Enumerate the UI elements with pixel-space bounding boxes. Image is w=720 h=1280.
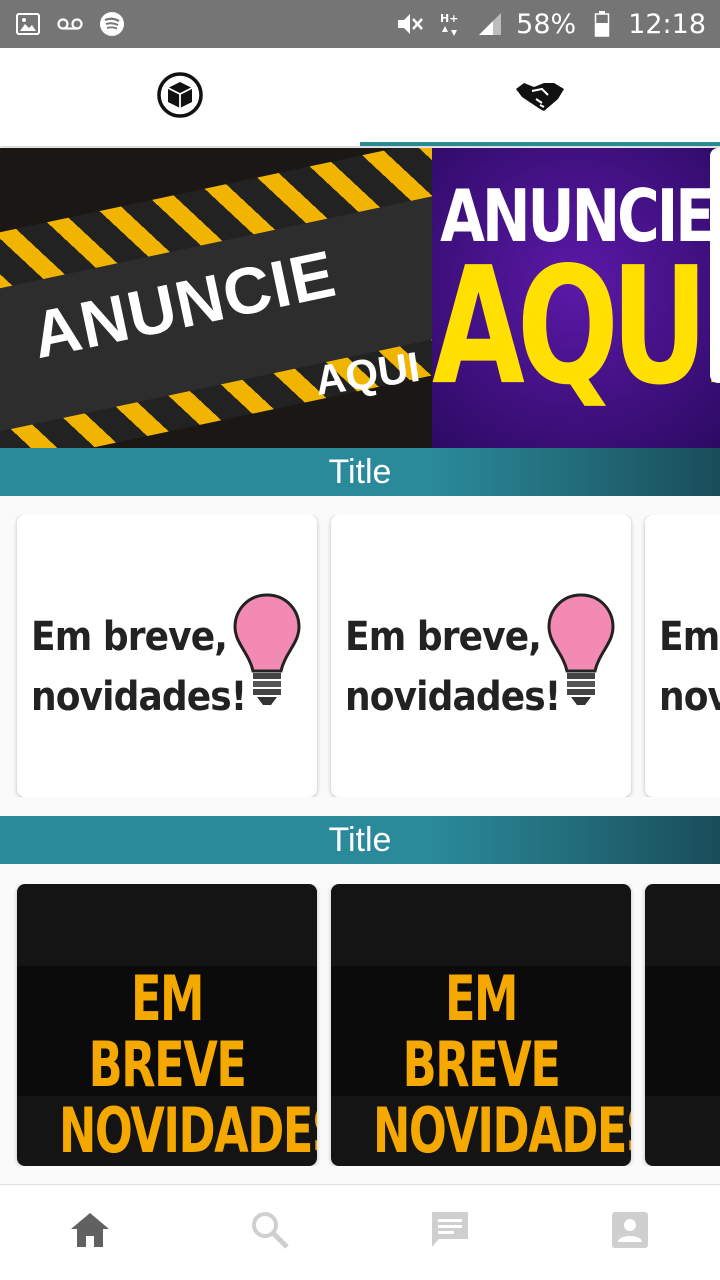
tab-products[interactable] (0, 48, 360, 146)
tab-partners[interactable] (360, 48, 720, 146)
handshake-icon (514, 75, 566, 120)
bottom-navigation (0, 1184, 720, 1280)
card-text: Em breve, novidades! (345, 614, 561, 720)
card-text: EM BREVE NOVIDADES (58, 962, 317, 1166)
battery-icon (588, 10, 616, 38)
banner-slide-2[interactable]: ANUNCIE AQUI (432, 148, 720, 448)
section-title: Title (0, 816, 720, 864)
coming-soon-card[interactable]: EM BREVE NOVIDADES (17, 884, 317, 1166)
card-band (645, 966, 720, 1096)
card-carousel[interactable]: EM BREVENOVIDADES EM BREVENOVIDADES EN (0, 884, 720, 1166)
nav-profile[interactable] (540, 1185, 720, 1280)
data-hplus-icon: H+ (436, 10, 464, 38)
next-slide-peek (710, 148, 720, 383)
search-icon (250, 1210, 290, 1255)
package-icon (155, 70, 205, 125)
image-icon (14, 10, 42, 38)
banner-slide-2-subtitle: AQUI (432, 233, 720, 422)
nav-search[interactable] (180, 1185, 360, 1280)
coming-soon-card[interactable]: EN (645, 884, 720, 1166)
coming-soon-card[interactable]: Em breve, novidades! (17, 515, 317, 797)
svg-text:H+: H+ (440, 12, 458, 25)
chat-icon (429, 1209, 471, 1256)
lightbulb-icon (231, 591, 303, 716)
coming-soon-card[interactable]: EM BREVE NOVIDADES (331, 884, 631, 1166)
nav-home[interactable] (0, 1185, 180, 1280)
clock: 12:18 (628, 8, 706, 40)
battery-percent: 58% (516, 8, 577, 40)
nav-messages[interactable] (360, 1185, 540, 1280)
home-icon (69, 1211, 111, 1254)
signal-icon (476, 10, 504, 38)
card-text: Emnov (659, 614, 720, 720)
coming-soon-card[interactable]: Emnov (645, 515, 720, 797)
section-title: Title (0, 448, 720, 496)
profile-icon (611, 1211, 649, 1254)
banner-slide-1[interactable]: ANUNCIE AQUI (0, 148, 432, 448)
card-text: Em breve, novidades! (31, 614, 247, 720)
voicemail-icon (56, 10, 84, 38)
coming-soon-card[interactable]: Em breve, novidades! (331, 515, 631, 797)
ad-banner-carousel[interactable]: ANUNCIE AQUI ANUNCIE AQUI (0, 148, 720, 448)
mute-icon (396, 10, 424, 38)
lightbulb-icon (545, 591, 617, 716)
spotify-icon (98, 10, 126, 38)
card-carousel[interactable]: Em breve, novidades! Em breve, novidades! … (0, 515, 720, 797)
status-bar: H+ 58% 12:18 (0, 0, 720, 48)
top-tabs (0, 48, 720, 146)
card-text: EM BREVE NOVIDADES (373, 962, 631, 1166)
